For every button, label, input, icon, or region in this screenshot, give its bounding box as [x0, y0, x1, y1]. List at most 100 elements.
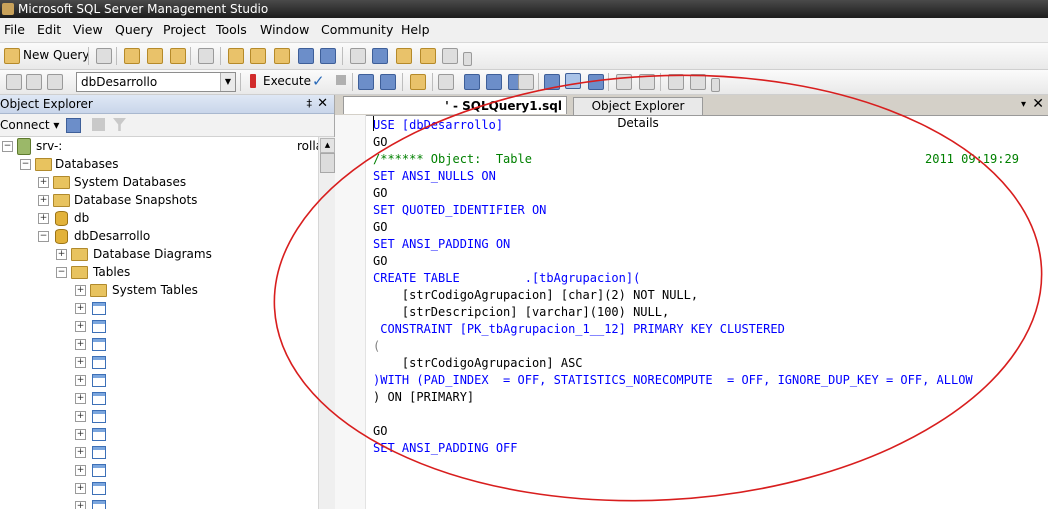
collapse-icon[interactable]: − — [56, 267, 67, 278]
cancel-query-icon[interactable] — [336, 75, 346, 85]
menu-file[interactable]: File — [4, 22, 25, 37]
expand-icon[interactable]: + — [75, 465, 86, 476]
tree-node-db[interactable]: + db — [0, 209, 318, 227]
filter-icon[interactable] — [113, 118, 126, 131]
connect-dropdown[interactable]: Connect ▾ — [0, 118, 59, 132]
menu-tools[interactable]: Tools — [216, 22, 247, 37]
tree-node-table[interactable]: + — [0, 353, 318, 371]
results-to-file-icon[interactable] — [518, 74, 534, 90]
expand-icon[interactable]: + — [38, 213, 49, 224]
expand-icon[interactable]: + — [75, 411, 86, 422]
collapse-icon[interactable]: − — [20, 159, 31, 170]
tree-node-table[interactable]: + — [0, 461, 318, 479]
menu-query[interactable]: Query — [115, 22, 153, 37]
analyze-query-icon[interactable] — [438, 74, 454, 90]
mdx-query-icon[interactable] — [170, 48, 186, 64]
save-all-icon[interactable] — [320, 48, 336, 64]
tree-node-table[interactable]: + — [0, 407, 318, 425]
dmx-query-icon[interactable] — [198, 48, 214, 64]
expand-icon[interactable]: + — [75, 447, 86, 458]
include-plan-icon[interactable] — [464, 74, 480, 90]
intellisense-icon[interactable] — [410, 74, 426, 90]
new-query-button[interactable]: New Query — [23, 48, 89, 62]
expand-icon[interactable]: + — [75, 393, 86, 404]
sql-code-area[interactable]: USE [dbDesarrollo] GO /****** Object: Tabl… — [373, 115, 1048, 509]
tree-node-table[interactable]: + — [0, 497, 318, 509]
available-databases-select[interactable]: dbDesarrollo ▼ — [76, 72, 236, 92]
scroll-up-icon[interactable]: ▲ — [320, 138, 335, 153]
tree-node-table[interactable]: + — [0, 335, 318, 353]
tree-node-database-snapshots[interactable]: + Database Snapshots — [0, 191, 318, 209]
disconnect-icon[interactable] — [47, 74, 63, 90]
expand-icon[interactable]: + — [75, 303, 86, 314]
expand-icon[interactable]: + — [75, 357, 86, 368]
parse-check-icon[interactable]: ✓ — [312, 72, 325, 90]
tree-node-table[interactable]: + — [0, 389, 318, 407]
expand-icon[interactable]: + — [75, 321, 86, 332]
tree-node-dbdesarrollo[interactable]: − dbDesarrollo — [0, 227, 318, 245]
expand-icon[interactable]: + — [75, 429, 86, 440]
toolbox-icon[interactable] — [442, 48, 458, 64]
toolbar-options-icon[interactable] — [711, 78, 720, 92]
chevron-down-icon[interactable]: ▼ — [220, 73, 235, 91]
tree-node-table[interactable]: + — [0, 371, 318, 389]
tree-node-tables[interactable]: − Tables — [0, 263, 318, 281]
tab-object-explorer-details[interactable]: Object Explorer Details — [573, 97, 703, 130]
close-tab-icon[interactable]: ✕ — [1032, 96, 1044, 112]
object-explorer-scrollbar[interactable]: ▲ — [318, 137, 335, 509]
object-explorer-icon[interactable] — [372, 48, 388, 64]
expand-icon[interactable]: + — [75, 375, 86, 386]
menu-community[interactable]: Community — [321, 22, 393, 37]
tree-node-table[interactable]: + — [0, 317, 318, 335]
decrease-indent-icon[interactable] — [668, 74, 684, 90]
uncomment-icon[interactable] — [639, 74, 655, 90]
add-item-icon[interactable] — [274, 48, 290, 64]
tab-list-icon[interactable]: ▾ — [1021, 99, 1026, 110]
expand-icon[interactable]: + — [38, 177, 49, 188]
display-plan-icon[interactable] — [358, 74, 374, 90]
menu-edit[interactable]: Edit — [37, 22, 61, 37]
results-to-file-icon[interactable] — [588, 74, 604, 90]
collapse-icon[interactable]: − — [2, 141, 13, 152]
client-statistics-icon[interactable] — [486, 74, 502, 90]
tree-node-databases[interactable]: − Databases — [0, 155, 318, 173]
increase-indent-icon[interactable] — [690, 74, 706, 90]
results-to-grid-icon[interactable] — [544, 74, 560, 90]
expand-icon[interactable]: + — [75, 483, 86, 494]
scroll-thumb[interactable] — [320, 153, 335, 173]
stop-icon[interactable] — [92, 118, 105, 131]
tree-node-server[interactable]: − srv-: rolla — [0, 137, 318, 155]
properties-window-icon[interactable] — [420, 48, 436, 64]
execute-button[interactable]: Execute — [263, 74, 311, 88]
template-explorer-icon[interactable] — [396, 48, 412, 64]
tree-node-table[interactable]: + — [0, 425, 318, 443]
tree-node-system-tables[interactable]: + System Tables — [0, 281, 318, 299]
pin-icon[interactable]: ‡ — [307, 95, 313, 113]
analysis-query-icon[interactable] — [147, 48, 163, 64]
results-to-grid-active-icon[interactable] — [565, 73, 581, 89]
open-file-icon[interactable] — [228, 48, 244, 64]
expand-icon[interactable]: + — [75, 501, 86, 509]
expand-icon[interactable]: + — [56, 249, 67, 260]
database-engine-query-icon[interactable] — [124, 48, 140, 64]
registered-servers-icon[interactable] — [350, 48, 366, 64]
tree-node-database-diagrams[interactable]: + Database Diagrams — [0, 245, 318, 263]
tree-node-table[interactable]: + — [0, 299, 318, 317]
tree-node-table[interactable]: + — [0, 479, 318, 497]
toolbar-options-icon[interactable] — [463, 52, 472, 66]
new-file-icon[interactable] — [96, 48, 112, 64]
connect-icon[interactable] — [6, 74, 22, 90]
tree-node-system-databases[interactable]: + System Databases — [0, 173, 318, 191]
menu-project[interactable]: Project — [163, 22, 206, 37]
disconnect-icon[interactable] — [66, 118, 81, 133]
save-icon[interactable] — [298, 48, 314, 64]
change-connection-icon[interactable] — [26, 74, 42, 90]
close-icon[interactable]: ✕ — [317, 95, 328, 113]
menu-window[interactable]: Window — [260, 22, 309, 37]
comment-out-icon[interactable] — [616, 74, 632, 90]
query-options-icon[interactable] — [380, 74, 396, 90]
expand-icon[interactable]: + — [75, 285, 86, 296]
open-project-icon[interactable] — [250, 48, 266, 64]
tree-node-table[interactable]: + — [0, 443, 318, 461]
tab-sqlquery1[interactable]: ' - SQLQuery1.sql — [343, 96, 567, 114]
